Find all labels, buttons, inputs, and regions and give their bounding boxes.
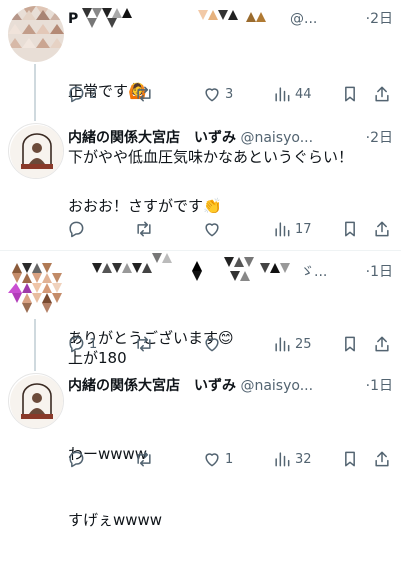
- obfuscated-name: [92, 253, 290, 281]
- thread-line: [34, 115, 36, 121]
- retweet-button[interactable]: [134, 82, 157, 106]
- views-button[interactable]: 17: [272, 217, 312, 241]
- action-bar: 1 32: [66, 447, 396, 471]
- reply-count: 1: [89, 336, 98, 352]
- timestamp[interactable]: ·2日: [363, 127, 393, 149]
- bookmark-button[interactable]: [340, 332, 360, 356]
- views-icon: [275, 452, 290, 467]
- views-icon: [275, 222, 290, 237]
- reply-icon: [69, 221, 84, 238]
- reply-button[interactable]: [66, 217, 89, 241]
- views-button[interactable]: 25: [272, 332, 312, 356]
- like-count: 3: [225, 86, 234, 102]
- views-count: 25: [295, 336, 312, 352]
- tweet-header: 内緒の関係大宮店 いずみ @naisyo... ·1日: [68, 375, 393, 397]
- retweet-icon: [137, 86, 151, 102]
- views-icon: [275, 87, 290, 102]
- retweet-icon: [137, 336, 151, 352]
- display-name[interactable]: 内緒の関係大宮店 いずみ: [68, 130, 236, 146]
- retweet-button[interactable]: [134, 217, 157, 241]
- thread-line: [34, 365, 36, 371]
- avatar-obfuscated[interactable]: [8, 6, 64, 62]
- clapping-emoji: 👏: [203, 197, 222, 215]
- like-icon: [205, 338, 219, 352]
- share-icon: [375, 336, 389, 352]
- like-count: 1: [225, 451, 234, 467]
- retweet-icon: [137, 221, 151, 237]
- share-button[interactable]: [372, 217, 392, 241]
- shop-logo-icon: [10, 125, 63, 178]
- reply-icon: [69, 336, 84, 353]
- reply-icon: [69, 451, 84, 468]
- tweet-4[interactable]: 内緒の関係大宮店 いずみ @naisyo... ·1日 わーwwww すげぇww…: [0, 365, 401, 529]
- bookmark-icon: [345, 221, 355, 237]
- tweet-3[interactable]: ゞ... ·1日 上が180 1 25: [0, 251, 401, 367]
- like-icon: [205, 223, 219, 237]
- thread-line: [34, 64, 36, 115]
- reply-button[interactable]: 2: [66, 82, 97, 106]
- text-line-1: おおお！さすがです: [68, 197, 204, 215]
- display-name[interactable]: 内緒の関係大宮店 いずみ: [68, 378, 236, 394]
- handle[interactable]: @naisyo...: [240, 130, 313, 146]
- bookmark-icon: [345, 451, 355, 467]
- views-count: 44: [295, 86, 312, 102]
- views-button[interactable]: 32: [272, 447, 312, 471]
- like-button[interactable]: 3: [202, 82, 233, 106]
- bookmark-button[interactable]: [340, 447, 360, 471]
- handle[interactable]: @...: [290, 8, 317, 30]
- action-bar: 17: [66, 217, 396, 241]
- tweet-text: わーwwww すげぇwwww: [68, 399, 393, 575]
- retweet-button[interactable]: [134, 447, 157, 471]
- action-bar: 1 25: [66, 332, 396, 356]
- share-icon: [375, 221, 389, 237]
- reply-count: 2: [89, 86, 98, 102]
- action-bar: 2 3 44: [66, 82, 396, 106]
- share-button[interactable]: [372, 82, 392, 106]
- views-count: 32: [295, 451, 312, 467]
- like-icon: [205, 88, 219, 102]
- like-button[interactable]: [202, 332, 225, 356]
- share-icon: [375, 86, 389, 102]
- shop-avatar[interactable]: [8, 123, 64, 179]
- bookmark-button[interactable]: [340, 217, 360, 241]
- timestamp[interactable]: ·1日: [363, 261, 393, 283]
- bookmark-icon: [345, 336, 355, 352]
- tweet-header: 内緒の関係大宮店 いずみ @naisyo... ·2日: [68, 127, 393, 149]
- views-button[interactable]: 44: [272, 82, 312, 106]
- tweet-1[interactable]: P @... ·2日 正常です🙆 下がやや低血圧気味かなあというぐらい！ 2 3…: [0, 0, 401, 166]
- like-icon: [205, 453, 219, 467]
- avatar-obfuscated[interactable]: [8, 259, 64, 315]
- views-count: 17: [295, 221, 312, 237]
- like-button[interactable]: [202, 217, 225, 241]
- reply-icon: [69, 86, 84, 103]
- handle[interactable]: @naisyo...: [240, 378, 313, 394]
- obfuscated-name: [82, 8, 266, 28]
- retweet-icon: [137, 451, 151, 467]
- share-icon: [375, 451, 389, 467]
- share-button[interactable]: [372, 447, 392, 471]
- share-button[interactable]: [372, 332, 392, 356]
- display-name[interactable]: P: [68, 11, 78, 27]
- text-line-2: すげぇwwww: [68, 511, 163, 529]
- retweet-button[interactable]: [134, 332, 157, 356]
- reply-button[interactable]: [66, 447, 89, 471]
- bookmark-icon: [345, 86, 355, 102]
- timestamp[interactable]: ·2日: [363, 8, 393, 30]
- shop-avatar[interactable]: [8, 373, 64, 429]
- tweet-2[interactable]: 内緒の関係大宮店 いずみ @naisyo... ·2日 おおお！さすがです👏 あ…: [0, 115, 401, 347]
- like-button[interactable]: 1: [202, 447, 233, 471]
- reply-button[interactable]: 1: [66, 332, 97, 356]
- timestamp[interactable]: ·1日: [363, 375, 393, 397]
- thread-line: [34, 319, 36, 365]
- shop-logo-icon: [10, 375, 63, 428]
- bookmark-button[interactable]: [340, 82, 360, 106]
- views-icon: [275, 337, 290, 352]
